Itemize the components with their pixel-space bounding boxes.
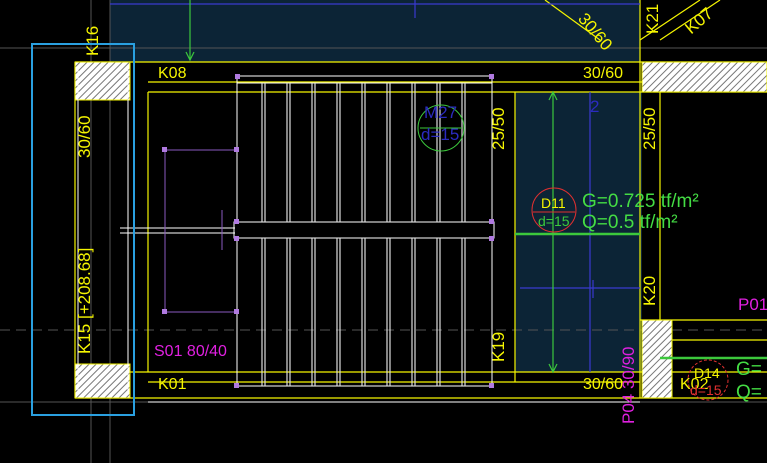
column-label-p01: P01 <box>738 295 767 314</box>
load-live-2: Q= <box>736 382 762 403</box>
slab-number: 2 <box>590 97 600 116</box>
beam-label-k19: K19 <box>489 331 508 362</box>
stair-section-label: S01 80/40 <box>154 343 227 360</box>
slab-label-m27: M27 <box>424 103 458 122</box>
beam-label-k16: K16 <box>83 25 102 56</box>
beam-label-k20: K20 <box>640 275 659 306</box>
slab-label-d14: D14 <box>694 365 720 381</box>
stair-landing <box>233 221 495 239</box>
beam-label-k15: K15 [+208.68] <box>75 247 94 354</box>
load-live-1: Q=0.5 tf/m² <box>582 212 678 233</box>
selection-box[interactable] <box>31 43 135 416</box>
beam-label-k01: K01 <box>158 376 187 393</box>
column-top-right <box>641 61 767 93</box>
slab-thickness-d11: d=15 <box>538 213 570 229</box>
beam-size-2550-b: 25/50 <box>640 107 659 150</box>
load-dead-2: G= <box>736 359 762 380</box>
beam-label-k21: K21 <box>643 3 662 34</box>
beam-size-2550-a: 25/50 <box>489 107 508 150</box>
beam-size-right: 30/60 <box>583 65 624 82</box>
slab-label-d11: D11 <box>541 195 566 211</box>
beam-size-left: 30/60 <box>75 115 94 158</box>
slab-thickness-d14: d=15 <box>690 382 722 398</box>
slab-thickness-m27: d=15 <box>421 125 460 144</box>
cad-drawing-canvas[interactable]: K16 K21 K07 30/60 K08 30/60 30/60 M27 d=… <box>0 0 767 463</box>
beam-size-bottom: 30/60 <box>583 376 624 393</box>
beam-label-k08: K08 <box>158 65 187 82</box>
load-dead-1: G=0.725 tf/m² <box>582 191 699 212</box>
